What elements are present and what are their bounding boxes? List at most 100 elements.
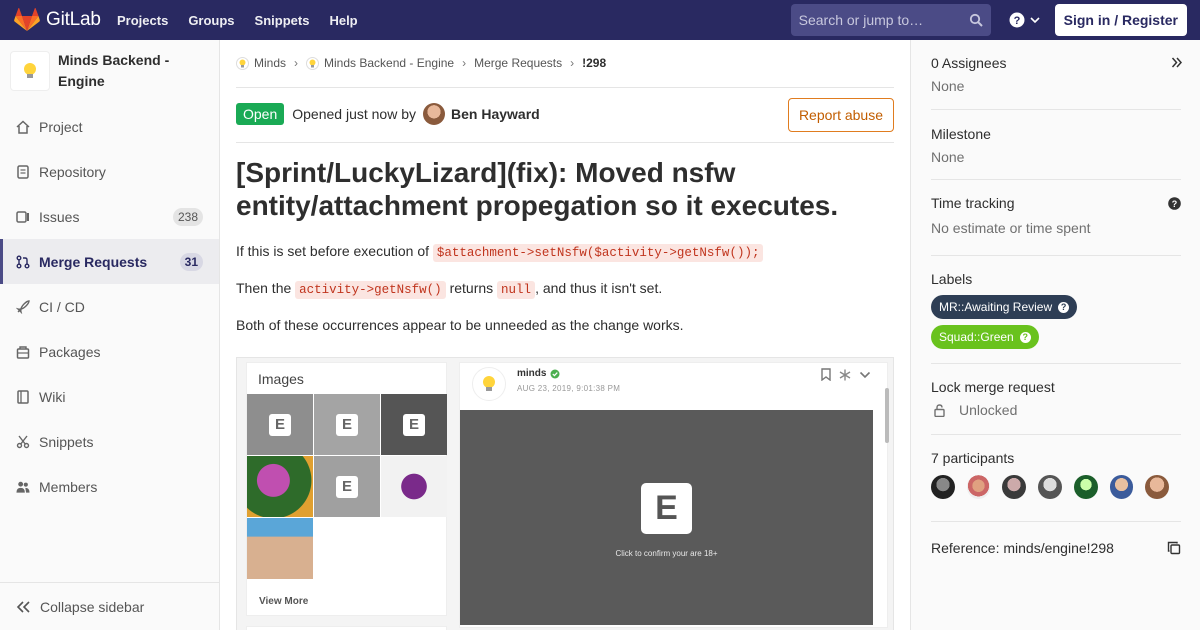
project-header[interactable]: Minds Backend - Engine xyxy=(0,40,219,104)
search-icon xyxy=(969,13,983,27)
embedded-screenshot[interactable]: Images E E E E View More minds AUG 23, 2… xyxy=(236,357,894,630)
breadcrumb-mr-id[interactable]: !298 xyxy=(582,56,606,70)
issues-count-badge: 238 xyxy=(172,207,203,226)
sidebar-item-label: Repository xyxy=(39,163,106,180)
code-snippet: null xyxy=(497,281,536,299)
participant-avatar[interactable] xyxy=(1109,475,1134,499)
paragraph-text: , and thus it isn't set. xyxy=(535,280,663,296)
collapse-sidebar-button[interactable]: Collapse sidebar xyxy=(0,582,219,630)
sidebar-item-ci-cd[interactable]: CI / CD xyxy=(0,284,219,329)
top-navbar: GitLab Projects Groups Snippets Help ? S… xyxy=(0,0,1200,40)
sidebar-item-snippets[interactable]: Snippets xyxy=(0,419,219,464)
milestone-title: Milestone xyxy=(931,126,991,142)
sidebar-item-repository[interactable]: Repository xyxy=(0,149,219,194)
divider xyxy=(931,434,1181,435)
svg-text:?: ? xyxy=(1172,199,1178,209)
divider xyxy=(931,363,1181,364)
description-paragraph-3: Both of these occurrences appear to be u… xyxy=(236,317,684,333)
participant-avatar[interactable] xyxy=(1145,475,1170,499)
post-tools xyxy=(813,368,871,381)
assignees-title: 0 Assignees xyxy=(931,55,1007,71)
sidebar-item-label: CI / CD xyxy=(39,298,85,315)
label-squad-green[interactable]: Squad::Green ? xyxy=(931,325,1039,349)
thumbnail-blurred: E xyxy=(247,394,313,455)
breadcrumb-project[interactable]: Minds Backend - Engine xyxy=(324,56,454,70)
assignees-value: None xyxy=(931,78,965,94)
book-icon xyxy=(16,389,30,404)
sidebar-item-wiki[interactable]: Wiki xyxy=(0,374,219,419)
minds-group-avatar xyxy=(236,56,249,70)
sidebar-item-label: Snippets xyxy=(39,433,94,450)
sidebar-item-issues[interactable]: Issues 238 xyxy=(0,194,219,239)
thumbnail-drinks xyxy=(247,518,313,579)
sidebar-item-project[interactable]: Project xyxy=(0,104,219,149)
post-username: minds xyxy=(517,368,560,379)
divider xyxy=(931,255,1181,256)
participants-list xyxy=(931,475,1181,499)
participant-avatar[interactable] xyxy=(1038,475,1062,499)
milestone-value: None xyxy=(931,149,965,165)
sign-in-register-button[interactable]: Sign in / Register xyxy=(1054,4,1187,36)
breadcrumb: Minds › Minds Backend - Engine › Merge R… xyxy=(236,56,606,70)
thumbnail-lantern xyxy=(381,456,447,517)
sidebar-item-packages[interactable]: Packages xyxy=(0,329,219,374)
breadcrumb-separator-icon: › xyxy=(294,56,299,70)
bookmark-icon xyxy=(821,368,831,381)
nsfw-e-icon: E xyxy=(403,413,425,436)
nsfw-e-icon: E xyxy=(336,475,358,498)
thumbnail-flowers xyxy=(247,456,313,517)
description-paragraph-2: Then the activity->getNsfw() returns nul… xyxy=(236,280,663,299)
breadcrumb-separator-icon: › xyxy=(570,56,575,70)
chevron-down-icon xyxy=(1030,17,1040,24)
breadcrumb-minds[interactable]: Minds xyxy=(254,56,286,70)
participant-avatar[interactable] xyxy=(1073,475,1098,499)
nav-groups[interactable]: Groups xyxy=(188,13,234,28)
participant-avatar[interactable] xyxy=(966,475,991,499)
search-box xyxy=(790,4,991,36)
question-circle-icon[interactable]: ? xyxy=(1168,197,1181,210)
breadcrumb-merge-requests[interactable]: Merge Requests xyxy=(474,56,562,70)
issues-icon xyxy=(16,210,30,224)
post-avatar xyxy=(472,367,506,401)
collapse-right-sidebar-icon[interactable] xyxy=(1171,57,1182,68)
paragraph-text: returns xyxy=(445,280,498,296)
time-tracking-block: Time tracking No estimate or time spent xyxy=(931,195,1181,236)
question-circle-icon: ? xyxy=(1058,301,1070,313)
author-name[interactable]: Ben Hayward xyxy=(451,106,540,122)
code-snippet: activity->getNsfw() xyxy=(295,281,446,299)
sidebar-item-label: Project xyxy=(39,118,83,135)
author-avatar[interactable] xyxy=(423,103,445,125)
sidebar-item-members[interactable]: Members xyxy=(0,464,219,509)
lock-value: Unlocked xyxy=(959,402,1018,418)
nav-help[interactable]: Help xyxy=(329,13,357,28)
time-tracking-value: No estimate or time spent xyxy=(931,220,1091,236)
search-input[interactable] xyxy=(798,12,949,28)
divider xyxy=(236,142,894,143)
help-dropdown[interactable]: ? xyxy=(1009,12,1041,28)
copy-icon[interactable] xyxy=(1167,541,1181,555)
lightbulb-icon xyxy=(239,59,246,67)
report-abuse-button[interactable]: Report abuse xyxy=(787,98,894,132)
nsfw-overlay: E Click to confirm your are 18+ xyxy=(460,410,873,625)
sidebar-item-merge-requests[interactable]: Merge Requests 31 xyxy=(0,239,219,284)
label-awaiting-review[interactable]: MR::Awaiting Review ? xyxy=(931,295,1078,319)
post-username-text: minds xyxy=(517,368,547,379)
users-icon xyxy=(16,480,30,494)
divider xyxy=(931,521,1181,522)
participant-avatar[interactable] xyxy=(931,475,955,499)
participant-avatar[interactable] xyxy=(1002,475,1027,499)
participants-block: 7 participants xyxy=(931,450,1181,499)
nsfw-e-icon: E xyxy=(269,413,291,436)
gitlab-home-link[interactable]: GitLab xyxy=(14,8,117,32)
thumbnail-blurred: E xyxy=(381,394,447,455)
nav-projects[interactable]: Projects xyxy=(117,13,168,28)
lock-open-icon xyxy=(934,403,945,417)
project-avatar xyxy=(10,51,50,91)
milestone-block: Milestone None xyxy=(931,126,1181,165)
nav-snippets[interactable]: Snippets xyxy=(255,13,310,28)
activity-post: minds AUG 23, 2019, 9:01:38 PM E Click t… xyxy=(459,362,888,628)
sidebar-item-label: Wiki xyxy=(39,388,66,405)
project-mini-avatar xyxy=(306,56,320,70)
nsfw-confirm-text: Click to confirm your are 18+ xyxy=(615,549,718,558)
merge-requests-count-badge: 31 xyxy=(179,252,203,271)
